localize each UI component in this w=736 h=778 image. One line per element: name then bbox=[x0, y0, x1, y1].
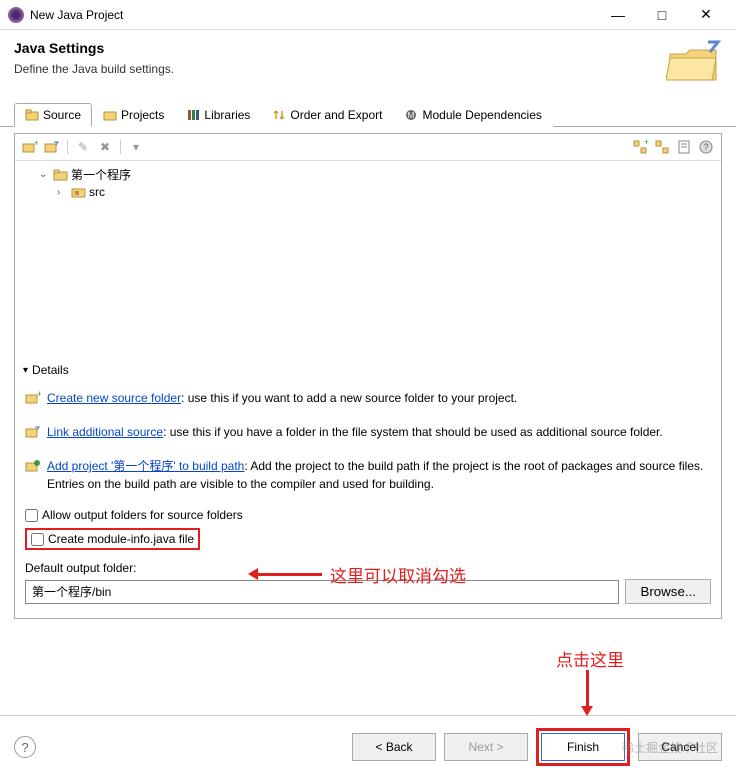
remove-button[interactable]: ✖ bbox=[96, 138, 114, 156]
detail-add-project: Add project '第一个程序' to build path: Add t… bbox=[25, 451, 711, 499]
allow-output-folders-checkbox[interactable] bbox=[25, 509, 38, 522]
folder-wizard-icon bbox=[666, 40, 722, 84]
create-module-label: Create module-info.java file bbox=[48, 532, 194, 546]
svg-text:M: M bbox=[408, 111, 415, 120]
tab-bar: Source Projects Libraries Order and Expo… bbox=[0, 102, 736, 127]
default-output-label: Default output folder: bbox=[25, 561, 711, 575]
link-folder-button[interactable] bbox=[43, 138, 61, 156]
tree-src-label: src bbox=[89, 185, 105, 199]
window-title: New Java Project bbox=[30, 8, 596, 22]
order-export-icon bbox=[272, 108, 286, 122]
toggle-button[interactable]: ▾ bbox=[127, 138, 145, 156]
create-module-info-checkbox[interactable] bbox=[31, 533, 44, 546]
add-folder-button[interactable]: + bbox=[21, 138, 39, 156]
libraries-icon bbox=[186, 108, 200, 122]
browse-button[interactable]: Browse... bbox=[625, 579, 711, 604]
wizard-footer: ? < Back Next > Finish Cancel bbox=[0, 715, 736, 778]
details-body: + Create new source folder: use this if … bbox=[15, 381, 721, 618]
detail-create-folder: + Create new source folder: use this if … bbox=[25, 383, 711, 417]
module-icon: M bbox=[404, 108, 418, 122]
source-tree[interactable]: ⌄ 第一个程序 › src bbox=[15, 161, 721, 357]
help-icon-button[interactable]: ? bbox=[697, 138, 715, 156]
tree-src-row[interactable]: › src bbox=[23, 184, 713, 200]
svg-text:?: ? bbox=[703, 142, 708, 152]
annotation-arrow-1 bbox=[252, 573, 322, 576]
create-module-check-row: Create module-info.java file bbox=[25, 525, 711, 553]
detail-link-source: Link additional source: use this if you … bbox=[25, 417, 711, 451]
help-button[interactable]: ? bbox=[14, 736, 36, 758]
source-tab-content: + ✎ ✖ ▾ + ? ⌄ 第一个程序 › src ▾ Details + Cr… bbox=[14, 133, 722, 619]
tab-module-dependencies[interactable]: M Module Dependencies bbox=[393, 103, 552, 127]
package-folder-icon bbox=[71, 185, 87, 199]
annotation-arrow-2 bbox=[586, 670, 589, 712]
edit-button[interactable]: ✎ bbox=[74, 138, 92, 156]
close-button[interactable]: ✕ bbox=[684, 1, 728, 29]
eclipse-icon bbox=[8, 7, 24, 23]
collapse-all-button[interactable] bbox=[653, 138, 671, 156]
output-folder-row: Browse... bbox=[25, 579, 711, 604]
finish-button[interactable]: Finish bbox=[541, 733, 625, 761]
collapse-caret-icon: ▾ bbox=[23, 365, 28, 376]
title-bar: New Java Project ― □ ✕ bbox=[0, 0, 736, 30]
tab-projects[interactable]: Projects bbox=[92, 103, 175, 127]
svg-text:+: + bbox=[37, 390, 41, 399]
add-project-icon bbox=[25, 458, 41, 479]
source-folder-icon bbox=[25, 108, 39, 122]
page-title: Java Settings bbox=[14, 40, 666, 56]
allow-output-check-row: Allow output folders for source folders bbox=[25, 505, 711, 525]
expand-all-button[interactable]: + bbox=[631, 138, 649, 156]
expand-icon[interactable]: ⌄ bbox=[39, 169, 51, 180]
maximize-button[interactable]: □ bbox=[640, 1, 684, 29]
default-output-folder-input[interactable] bbox=[25, 580, 619, 604]
create-source-folder-link[interactable]: Create new source folder bbox=[47, 391, 181, 405]
wizard-header: Java Settings Define the Java build sett… bbox=[0, 30, 736, 102]
tab-libraries[interactable]: Libraries bbox=[175, 103, 261, 127]
link-source-icon bbox=[25, 424, 41, 445]
tree-project-row[interactable]: ⌄ 第一个程序 bbox=[23, 165, 713, 184]
page-subtitle: Define the Java build settings. bbox=[14, 62, 666, 76]
details-header[interactable]: ▾ Details bbox=[15, 357, 721, 381]
svg-text:+: + bbox=[644, 139, 648, 147]
source-toolbar: + ✎ ✖ ▾ + ? bbox=[15, 134, 721, 161]
tab-order-export[interactable]: Order and Export bbox=[261, 103, 393, 127]
new-folder-icon: + bbox=[25, 390, 41, 411]
annotation-text-2: 点击这里 bbox=[556, 646, 624, 671]
tab-source[interactable]: Source bbox=[14, 103, 92, 127]
back-button[interactable]: < Back bbox=[352, 733, 436, 761]
projects-icon bbox=[103, 108, 117, 122]
cancel-button[interactable]: Cancel bbox=[638, 733, 722, 761]
add-project-build-path-link[interactable]: Add project '第一个程序' to build path bbox=[47, 459, 244, 473]
tree-project-label: 第一个程序 bbox=[71, 166, 131, 183]
allow-output-label: Allow output folders for source folders bbox=[42, 508, 243, 522]
project-folder-icon bbox=[53, 168, 69, 182]
svg-text:+: + bbox=[34, 139, 38, 148]
link-additional-source-link[interactable]: Link additional source bbox=[47, 425, 163, 439]
filter-button[interactable] bbox=[675, 138, 693, 156]
next-button[interactable]: Next > bbox=[444, 733, 528, 761]
collapse-icon[interactable]: › bbox=[57, 187, 69, 198]
minimize-button[interactable]: ― bbox=[596, 1, 640, 29]
